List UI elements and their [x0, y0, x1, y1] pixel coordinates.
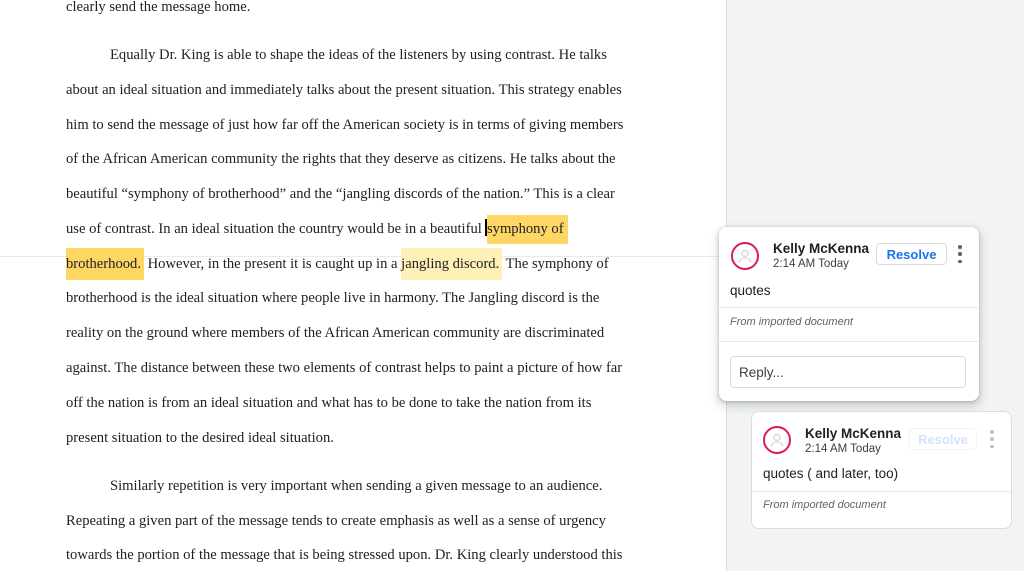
text-run: The symphony of: [502, 256, 609, 272]
doc-line: brotherhood is the ideal situation where…: [66, 290, 600, 306]
comment-card[interactable]: Kelly McKenna 2:14 AM Today Resolve quot…: [751, 411, 1012, 529]
doc-line: against. The distance between these two …: [66, 360, 623, 376]
text-run: However, in the present it is caught up …: [143, 256, 402, 272]
comment-source: From imported document: [763, 499, 886, 511]
comment-author: Kelly McKenna: [805, 426, 902, 441]
doc-line: use of contrast. In an ideal situation t…: [66, 215, 568, 244]
comment-divider: [752, 491, 1011, 492]
doc-line: Repeating a given part of the message te…: [66, 513, 606, 529]
doc-line: clearly send the message home.: [66, 0, 251, 15]
more-vert-icon[interactable]: [987, 430, 997, 448]
doc-line: Equally Dr. King is able to shape the id…: [110, 47, 607, 63]
comment-anchor-highlight[interactable]: symphony of: [486, 215, 568, 244]
comment-divider: [719, 307, 979, 308]
avatar: [731, 242, 759, 270]
doc-line: him to send the message of just how far …: [66, 117, 624, 133]
person-avatar-icon: [770, 433, 784, 447]
doc-line: present situation to the desired ideal s…: [66, 430, 334, 446]
comment-anchor-highlight[interactable]: brotherhood.: [66, 248, 144, 280]
comment-divider: [719, 341, 979, 342]
document-page[interactable]: clearly send the message home. Equally D…: [0, 0, 727, 571]
comment-author: Kelly McKenna: [773, 241, 870, 256]
comment-time: 2:14 AM Today: [805, 443, 881, 455]
doc-line: reality on the ground where members of t…: [66, 325, 605, 341]
comment-text: quotes ( and later, too): [763, 466, 899, 481]
comment-text: quotes: [730, 283, 771, 298]
comment-anchor-highlight[interactable]: jangling discord.: [401, 248, 503, 280]
comment-time: 2:14 AM Today: [773, 258, 849, 270]
doc-line: Similarly repetition is very important w…: [110, 478, 603, 494]
doc-line: about an ideal situation and immediately…: [66, 82, 622, 98]
resolve-button[interactable]: Resolve: [876, 243, 947, 265]
avatar: [763, 426, 791, 454]
doc-line: towards the portion of the message that …: [66, 547, 623, 563]
resolve-button[interactable]: Resolve: [909, 428, 977, 450]
comment-card-active[interactable]: Kelly McKenna 2:14 AM Today Resolve quot…: [719, 227, 979, 401]
person-avatar-icon: [738, 249, 752, 263]
doc-line: off the nation is from an ideal situatio…: [66, 395, 592, 411]
text-run: use of contrast. In an ideal situation t…: [66, 221, 486, 237]
reply-input[interactable]: [730, 356, 966, 388]
doc-line: beautiful “symphony of brotherhood” and …: [66, 186, 615, 202]
doc-line: of the African American community the ri…: [66, 151, 616, 167]
doc-line: brotherhood. However, in the present it …: [66, 248, 609, 280]
comment-source: From imported document: [730, 316, 853, 328]
more-vert-icon[interactable]: [955, 245, 965, 263]
